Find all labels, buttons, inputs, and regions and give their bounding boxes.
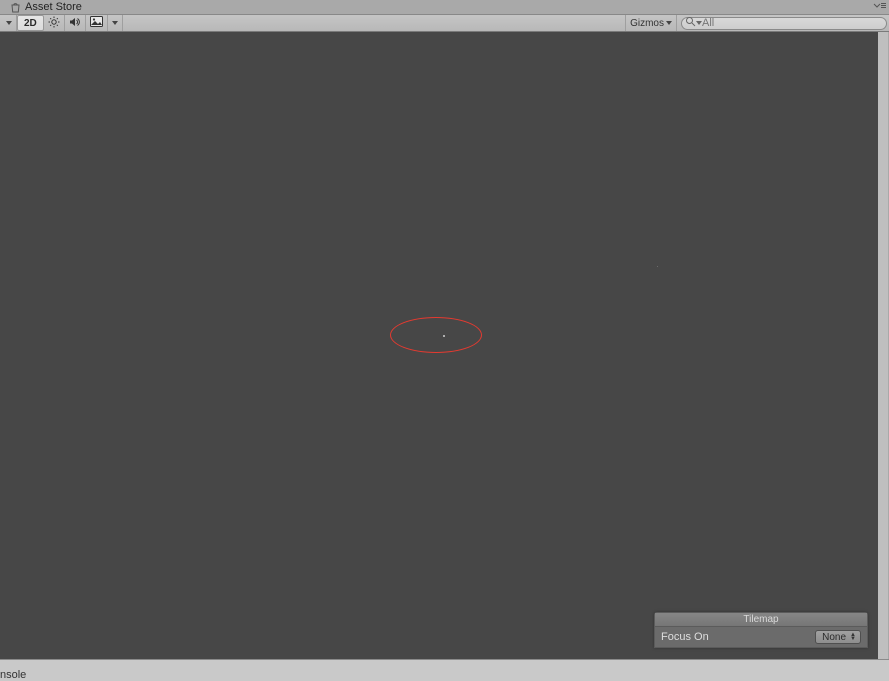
scene-marker (657, 266, 658, 267)
vertical-scrollbar[interactable] (878, 32, 888, 659)
gizmos-label: Gizmos (630, 18, 664, 29)
scene-marker (443, 335, 445, 337)
image-icon (90, 16, 103, 30)
scene-toolbar: 2D (0, 15, 889, 32)
tab-console-label: nsole (0, 669, 26, 681)
tilemap-focus-value: None (822, 632, 846, 643)
bottom-panel-bar: nsole (0, 659, 889, 681)
shopping-bag-icon (10, 2, 21, 13)
tab-label: Asset Store (25, 1, 82, 13)
tab-asset-store[interactable]: Asset Store (4, 0, 88, 14)
scene-search[interactable] (681, 17, 887, 30)
annotation-ellipse (390, 317, 482, 353)
toggle-effects[interactable] (86, 15, 108, 31)
shading-mode-dropdown[interactable] (2, 15, 17, 31)
scene-search-input[interactable] (702, 17, 872, 29)
gizmos-dropdown[interactable]: Gizmos (625, 15, 677, 31)
toggle-2d-label: 2D (24, 18, 37, 29)
search-icon (685, 16, 696, 30)
scene-view[interactable]: Tilemap Focus On None ▲▼ (0, 32, 879, 659)
tilemap-focus-label: Focus On (661, 631, 709, 643)
chevron-down-icon (666, 20, 672, 26)
tab-console[interactable]: nsole (0, 667, 28, 681)
panel-options-icon[interactable] (873, 1, 887, 14)
tilemap-focus-dropdown[interactable]: None ▲▼ (815, 630, 861, 644)
toggle-audio[interactable] (65, 15, 86, 31)
toggle-2d[interactable]: 2D (17, 15, 44, 31)
up-down-icon: ▲▼ (850, 633, 856, 641)
tilemap-focus-row: Focus On None ▲▼ (655, 627, 867, 647)
sun-icon (48, 16, 60, 31)
speaker-icon (69, 16, 81, 31)
effects-dropdown[interactable] (108, 15, 123, 31)
tilemap-overlay: Tilemap Focus On None ▲▼ (654, 612, 868, 648)
tilemap-title: Tilemap (655, 613, 867, 627)
toggle-lighting[interactable] (44, 15, 65, 31)
window-tab-bar: Asset Store (0, 0, 889, 15)
